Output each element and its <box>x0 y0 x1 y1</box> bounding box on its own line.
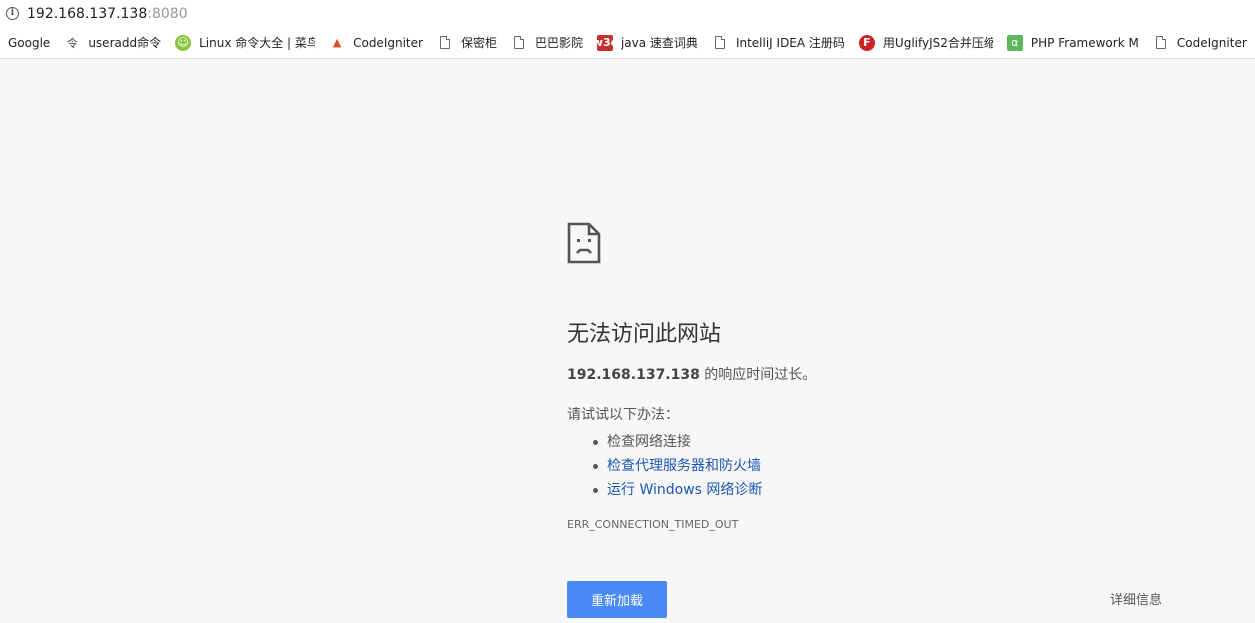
suggestion-network-diagnostics-link[interactable]: 运行 Windows 网络诊断 <box>591 478 1207 502</box>
error-host: 192.168.137.138 <box>567 367 700 383</box>
bookmark-codeigniter[interactable]: ▲ CodeIgniter <box>329 27 423 58</box>
details-button[interactable]: 详细信息 <box>1110 589 1162 608</box>
bookmark-useradd[interactable]: 令 useradd命令 <box>64 27 161 58</box>
error-content: 无法访问此网站 192.168.137.138 的响应时间过长。 请试试以下办法… <box>567 222 1207 531</box>
suggestions-list: 检查网络连接 检查代理服务器和防火墙 运行 Windows 网络诊断 <box>591 430 1207 502</box>
bookmark-label: useradd命令 <box>88 36 162 50</box>
suggestion-check-proxy-link[interactable]: 检查代理服务器和防火墙 <box>591 454 1207 478</box>
url-port: :8080 <box>147 5 188 22</box>
bookmark-cinema[interactable]: 巴巴影院 <box>511 27 583 58</box>
page-icon <box>511 35 527 51</box>
w3c-icon: w3c <box>592 34 618 51</box>
alpha-icon: α <box>1006 34 1023 51</box>
bookmark-label: Google <box>8 35 51 50</box>
bookmark-php-framework[interactable]: α PHP Framework MVC <box>1006 27 1139 58</box>
bookmark-linux-commands[interactable]: ☺ Linux 命令大全 | 菜鸟 <box>175 27 315 58</box>
runoob-icon: ☺ <box>175 34 192 51</box>
url-host: 192.168.137.138 <box>27 5 148 22</box>
info-icon[interactable]: i <box>6 7 19 20</box>
bookmark-label: PHP Framework MVC <box>1030 35 1139 50</box>
bookmark-uglifyjs[interactable]: F 用UglifyJS2合并压缩 <box>858 27 993 58</box>
bookmark-safe[interactable]: 保密柜 <box>437 27 497 58</box>
page-icon <box>1153 35 1169 51</box>
error-description-text: 的响应时间过长。 <box>699 367 817 383</box>
suggestions-label: 请试试以下办法： <box>567 407 679 423</box>
suggestion-check-network: 检查网络连接 <box>591 430 1207 454</box>
bookmark-intellij[interactable]: IntelliJ IDEA 注册码 <box>712 27 845 58</box>
bookmark-label: IntelliJ IDEA 注册码 <box>735 36 845 50</box>
bookmark-label: 保密柜 <box>460 36 497 50</box>
sad-page-icon <box>567 222 601 264</box>
bookmark-java-dictionary[interactable]: w3c java 速查词典 <box>592 27 698 58</box>
address-bar[interactable]: i 192.168.137.138:8080 <box>0 0 1255 27</box>
bookmark-label: Linux 命令大全 | 菜鸟 <box>199 36 316 50</box>
bookmark-google[interactable]: Google <box>8 27 50 58</box>
bookmark-label: java 速查词典 <box>620 36 698 50</box>
f-icon: F <box>858 34 875 51</box>
bookmark-label: CodeIgniter <box>353 35 423 50</box>
page-icon <box>712 35 728 51</box>
error-title: 无法访问此网站 <box>567 322 722 347</box>
ling-icon: 令 <box>66 36 78 50</box>
bookmarks-bar: Google 令 useradd命令 ☺ Linux 命令大全 | 菜鸟 ▲ C… <box>0 27 1255 59</box>
bookmark-codeigniter-2[interactable]: CodeIgniter <box>1153 27 1247 58</box>
bookmark-label: 用UglifyJS2合并压缩 <box>882 36 993 50</box>
page-icon <box>437 35 453 51</box>
flame-icon: ▲ <box>332 36 342 49</box>
error-description: 192.168.137.138 的响应时间过长。 <box>567 364 1207 384</box>
reload-button[interactable]: 重新加载 <box>567 581 667 618</box>
bookmark-label: 巴巴影院 <box>534 36 583 50</box>
error-code: ERR_CONNECTION_TIMED_OUT <box>567 518 739 531</box>
bookmark-label: CodeIgniter <box>1176 35 1247 50</box>
